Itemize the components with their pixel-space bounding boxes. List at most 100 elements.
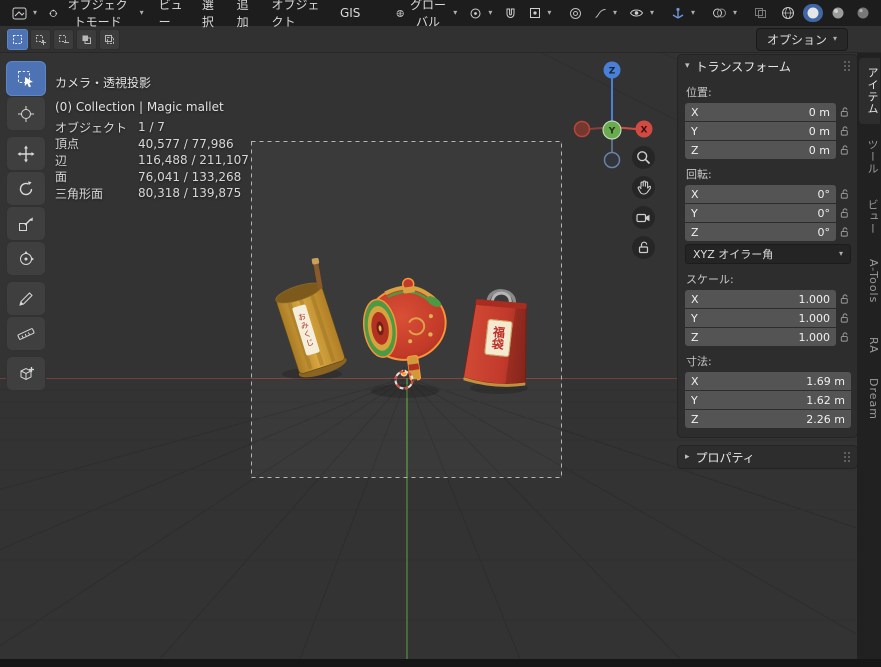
gizmo-x-label: X	[641, 126, 648, 136]
menu-select[interactable]: 選択	[193, 0, 228, 33]
cursor-tool-icon	[18, 105, 34, 122]
location-z-field[interactable]: Z0 m	[685, 141, 836, 159]
gizmos-toggle[interactable]: ▾	[665, 5, 701, 22]
location-x-lock[interactable]	[836, 106, 853, 118]
gizmo-axis-z-neg[interactable]	[603, 151, 621, 169]
rotation-x-field[interactable]: X 0°	[685, 185, 836, 203]
lock-view-button[interactable]	[632, 236, 655, 259]
xray-toggle[interactable]	[748, 5, 773, 21]
transform-tool-icon	[20, 250, 34, 265]
object-visibility-select[interactable]: ▾	[623, 5, 660, 21]
scale-z-lock[interactable]	[836, 331, 853, 343]
unlock-icon	[839, 293, 850, 305]
menu-view[interactable]: ビュー	[150, 0, 193, 33]
mode-select[interactable]: オブジェクトモード ▾	[43, 0, 150, 32]
menu-add[interactable]: 追加	[228, 0, 263, 33]
transform-orientation-select[interactable]: グローバル ▾	[390, 0, 463, 32]
tool-transform[interactable]	[6, 241, 46, 276]
rotation-y-field[interactable]: Y 0°	[685, 204, 836, 222]
proportional-falloff-select[interactable]: ▾	[588, 5, 623, 22]
chevron-down-icon: ▾	[547, 8, 552, 17]
tab-ra[interactable]: RA	[859, 328, 880, 363]
editor-type-button[interactable]: ▾	[6, 5, 43, 22]
chevron-right-icon: ▸	[685, 452, 690, 462]
shading-wireframe-button[interactable]	[778, 4, 798, 22]
shading-rendered-button[interactable]	[853, 4, 873, 22]
tool-cursor[interactable]	[6, 96, 46, 131]
rotation-x-lock[interactable]	[836, 188, 853, 200]
shading-solid-button[interactable]	[803, 4, 824, 22]
scale-z-row: Z 1.000	[678, 328, 857, 346]
location-z-row: Z0 m	[678, 141, 857, 159]
rotation-z-field[interactable]: Z 0°	[685, 223, 836, 241]
snap-toggle[interactable]	[498, 5, 523, 22]
tab-a-tools[interactable]: A-Tools	[859, 250, 880, 312]
tab-item[interactable]: アイテム	[859, 58, 880, 124]
scale-y-lock[interactable]	[836, 312, 853, 324]
pan-button[interactable]	[632, 176, 655, 199]
tool-move[interactable]	[6, 136, 46, 171]
zoom-button[interactable]	[632, 146, 655, 169]
unlock-icon	[839, 226, 850, 238]
location-z-lock[interactable]	[836, 144, 853, 156]
pivot-point-icon	[470, 8, 481, 18]
gizmo-axis-x-neg[interactable]	[573, 120, 591, 138]
camera-view-button[interactable]	[632, 206, 655, 229]
scale-y-field[interactable]: Y 1.000	[685, 309, 836, 327]
rotation-label: 回転:	[686, 168, 712, 181]
tab-dream[interactable]: Dream	[859, 369, 880, 429]
proportional-editing-toggle[interactable]	[563, 5, 588, 22]
dimensions-y-field[interactable]: Y 1.62 m	[685, 391, 851, 409]
properties-panel-title: プロパティ	[695, 450, 755, 465]
stat-row: 辺 116,488 / 211,107	[55, 153, 249, 168]
menu-gis[interactable]: GIS	[331, 3, 369, 23]
panel-grip-icon[interactable]	[844, 61, 846, 63]
rendered-sphere-icon	[857, 7, 869, 19]
chevron-down-icon: ▾	[612, 8, 617, 17]
options-label: オプション	[766, 32, 827, 47]
stat-row: 三角形面 80,318 / 139,875	[55, 186, 242, 201]
mode-label: オブジェクトモード	[67, 0, 128, 29]
menu-object[interactable]: オブジェクト	[263, 0, 331, 33]
location-y-lock[interactable]	[836, 125, 853, 137]
location-x-field[interactable]: X0 m	[685, 103, 836, 121]
tool-select-box[interactable]	[6, 61, 46, 96]
scale-x-lock[interactable]	[836, 293, 853, 305]
scale-z-field[interactable]: Z 1.000	[685, 328, 836, 346]
xray-icon	[755, 8, 767, 18]
rotation-z-lock[interactable]	[836, 226, 853, 238]
transform-panel-header[interactable]: ▾ トランスフォーム	[678, 55, 857, 77]
unlock-icon	[839, 207, 850, 219]
falloff-curve-icon	[595, 8, 606, 18]
chevron-down-icon: ▾	[832, 34, 837, 43]
tool-add-cube[interactable]	[6, 356, 46, 391]
dimensions-x-field[interactable]: X 1.69 m	[685, 372, 851, 390]
tab-tool[interactable]: ツール	[859, 130, 880, 184]
blender-window: ▾ オブジェクトモード ▾ ビュー 選択 追加 オブジェクト GIS グローバル…	[0, 0, 881, 667]
lucky-bag-label: 福袋	[484, 318, 513, 358]
scale-x-field[interactable]: X 1.000	[685, 290, 836, 308]
select-set-button[interactable]	[7, 28, 28, 50]
tool-options-button[interactable]: オプション ▾	[755, 27, 848, 51]
rotation-mode-select[interactable]: XYZ オイラー角 ▾	[685, 244, 851, 264]
scale-label: スケール:	[686, 273, 734, 286]
tool-annotate[interactable]	[6, 281, 46, 316]
overlays-toggle[interactable]: ▾	[706, 5, 743, 21]
tool-scale[interactable]	[6, 206, 46, 241]
unlock-icon	[839, 188, 850, 200]
tool-measure[interactable]	[6, 316, 46, 351]
dimensions-z-field[interactable]: Z 2.26 m	[685, 410, 851, 428]
hand-icon	[637, 180, 651, 195]
shading-material-button[interactable]	[828, 4, 848, 22]
tool-rotate[interactable]	[6, 171, 46, 206]
pivot-point-select[interactable]: ▾	[463, 5, 498, 22]
tab-view[interactable]: ビュー	[859, 190, 880, 244]
material-sphere-icon	[832, 7, 844, 19]
rotation-y-lock[interactable]	[836, 207, 853, 219]
scale-fields: X 1.000 Y 1.000 Z 1.000	[678, 290, 857, 346]
location-y-field[interactable]: Y0 m	[685, 122, 836, 140]
snap-settings-select[interactable]: ▾	[523, 5, 557, 21]
properties-panel-header[interactable]: ▸ プロパティ	[678, 446, 857, 468]
panel-grip-icon[interactable]	[844, 452, 846, 454]
header-right-cluster: ▾ ▾ ▾	[623, 4, 875, 22]
